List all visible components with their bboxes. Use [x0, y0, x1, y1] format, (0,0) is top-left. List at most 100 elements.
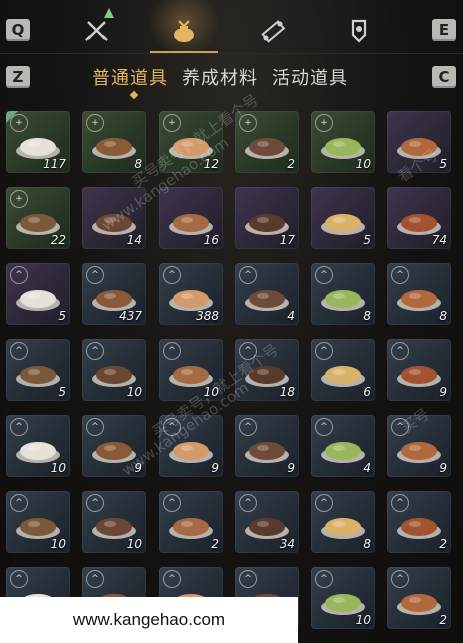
item-count: 10	[126, 537, 142, 551]
inventory-item-slot[interactable]: ^ 2	[159, 491, 223, 553]
subtab-general-items[interactable]: 普通道具	[92, 64, 168, 90]
item-count: 18	[279, 385, 295, 399]
new-indicator-icon	[104, 8, 114, 18]
crossed-swords-icon	[85, 21, 108, 41]
food-dish-icon	[397, 138, 441, 159]
buff-plus-icon: +	[163, 114, 181, 132]
inventory-item-slot[interactable]: ^ 9	[387, 415, 451, 477]
items-tab[interactable]	[167, 14, 201, 48]
inventory-item-slot[interactable]: +12	[159, 111, 223, 173]
rank-up-icon: ^	[239, 266, 257, 284]
rank-up-icon: ^	[239, 494, 257, 512]
inventory-item-slot[interactable]: ^ 4	[235, 263, 299, 325]
item-count: 10	[126, 385, 142, 399]
inventory-item-slot[interactable]: ^ 6	[311, 339, 375, 401]
inventory-item-slot[interactable]: ^ 437	[82, 263, 146, 325]
item-count: 9	[211, 461, 219, 475]
inventory-item-slot[interactable]: ^ 4	[311, 415, 375, 477]
inventory-item-slot[interactable]: +117	[6, 111, 70, 173]
item-count: 22	[50, 233, 66, 247]
item-count: 8	[134, 157, 142, 171]
rank-up-icon: ^	[315, 570, 333, 588]
inventory-item-slot[interactable]: ^ 10	[6, 415, 70, 477]
inventory-item-slot[interactable]: 5	[311, 187, 375, 249]
inventory-item-slot[interactable]: ^ 9	[82, 415, 146, 477]
rank-up-icon: ^	[315, 342, 333, 360]
item-count: 9	[439, 461, 447, 475]
buff-plus-icon: +	[315, 114, 333, 132]
inventory-item-slot[interactable]: ^ 9	[159, 415, 223, 477]
inventory-item-slot[interactable]: 5	[387, 111, 451, 173]
item-count: 4	[287, 309, 295, 323]
active-subtab-indicator	[129, 90, 139, 100]
prev-tab-key-q[interactable]: Q	[6, 19, 30, 41]
inventory-item-slot[interactable]: +10	[311, 111, 375, 173]
item-count: 388	[196, 309, 219, 323]
food-dish-icon	[245, 214, 289, 235]
buff-plus-icon: +	[10, 190, 28, 208]
rank-up-icon: ^	[163, 418, 181, 436]
inventory-item-slot[interactable]: ^ 18	[235, 339, 299, 401]
equipment-tab[interactable]	[80, 8, 114, 48]
food-dish-icon	[92, 214, 136, 235]
inventory-item-slot[interactable]: ^ 8	[311, 263, 375, 325]
prev-subtab-key-z[interactable]: Z	[6, 66, 30, 88]
inventory-item-slot[interactable]: ^ 34	[235, 491, 299, 553]
food-dish-icon	[321, 214, 365, 235]
rank-up-icon: ^	[86, 266, 104, 284]
inventory-item-slot[interactable]: ^ 10	[6, 491, 70, 553]
rank-up-icon: ^	[86, 494, 104, 512]
next-subtab-key-c[interactable]: C	[432, 66, 456, 88]
inventory-item-slot[interactable]: ^ 10	[82, 491, 146, 553]
item-count: 10	[203, 385, 219, 399]
inventory-item-slot[interactable]: ^ 5	[6, 339, 70, 401]
inventory-item-slot[interactable]: ^ 10	[311, 567, 375, 629]
item-count: 8	[363, 309, 371, 323]
buff-plus-icon: +	[10, 114, 28, 132]
item-count: 9	[134, 461, 142, 475]
rank-up-icon: ^	[239, 342, 257, 360]
inventory-item-slot[interactable]: ^ 2	[387, 491, 451, 553]
subtab-growth-materials[interactable]: 养成材料	[182, 64, 258, 90]
inventory-item-slot[interactable]: +2	[235, 111, 299, 173]
scroll-tab[interactable]	[256, 14, 290, 48]
top-navigation: Q E	[0, 0, 463, 56]
item-count: 2	[211, 537, 219, 551]
item-count: 5	[58, 385, 66, 399]
inventory-item-slot[interactable]: ^ 9	[387, 339, 451, 401]
inventory-item-slot[interactable]: ^ 388	[159, 263, 223, 325]
inventory-item-slot[interactable]: ^ 10	[82, 339, 146, 401]
rank-up-icon: ^	[239, 418, 257, 436]
subtab-event-items[interactable]: 活动道具	[272, 64, 348, 90]
inventory-item-slot[interactable]: 74	[387, 187, 451, 249]
rank-up-icon: ^	[315, 266, 333, 284]
item-count: 10	[355, 613, 371, 627]
item-count: 8	[439, 309, 447, 323]
rank-up-icon: ^	[391, 570, 409, 588]
item-count: 2	[287, 157, 295, 171]
inventory-item-slot[interactable]: ^ 8	[387, 263, 451, 325]
inventory-item-slot[interactable]: 14	[82, 187, 146, 249]
inventory-item-slot[interactable]: +22	[6, 187, 70, 249]
item-count: 16	[203, 233, 219, 247]
scroll-icon	[261, 20, 286, 43]
buff-plus-icon: +	[86, 114, 104, 132]
item-count: 8	[363, 537, 371, 551]
rank-up-icon: ^	[163, 342, 181, 360]
inventory-item-slot[interactable]: ^ 8	[311, 491, 375, 553]
inventory-item-slot[interactable]: ^ 2	[387, 567, 451, 629]
item-count: 17	[279, 233, 295, 247]
inventory-item-slot[interactable]: +8	[82, 111, 146, 173]
rank-tab[interactable]	[342, 14, 376, 48]
food-dish-icon	[397, 214, 441, 235]
inventory-item-slot[interactable]: ^ 10	[159, 339, 223, 401]
item-count: 4	[363, 461, 371, 475]
next-tab-key-e[interactable]: E	[432, 19, 456, 41]
item-count: 10	[355, 157, 371, 171]
rank-up-icon: ^	[10, 342, 28, 360]
inventory-item-slot[interactable]: ^ 5	[6, 263, 70, 325]
inventory-item-slot[interactable]: 16	[159, 187, 223, 249]
inventory-item-slot[interactable]: 17	[235, 187, 299, 249]
item-count: 5	[58, 309, 66, 323]
inventory-item-slot[interactable]: ^ 9	[235, 415, 299, 477]
